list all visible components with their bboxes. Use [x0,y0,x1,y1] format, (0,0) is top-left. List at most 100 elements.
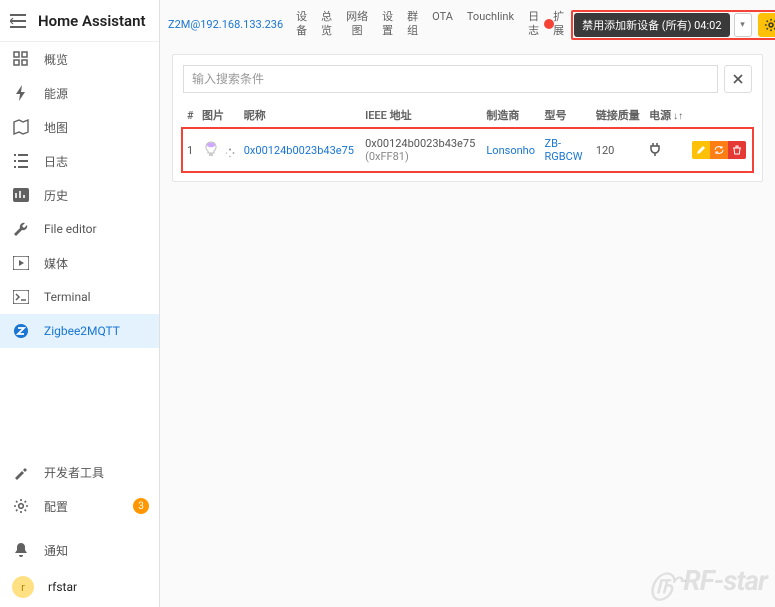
cell-nick[interactable]: 0x00124b0023b43e75 [240,129,361,171]
search-row [183,65,752,93]
rename-button[interactable] [692,141,710,159]
sidebar-item-devtools[interactable]: 开发者工具 [0,455,159,489]
trash-icon [732,145,742,155]
cell-idx: 1 [183,129,198,171]
delete-button[interactable] [728,141,746,159]
col-ieee[interactable]: IEEE 地址 [361,101,482,129]
spinner-icon [225,148,235,158]
close-icon [733,74,743,84]
avatar: r [12,576,34,598]
zigbee-icon [12,322,30,340]
sidebar-item-z2m[interactable]: Zigbee2MQTT [0,314,159,348]
sidebar-item-label: 配置 [44,498,133,515]
sidebar-item-logbook[interactable]: 日志 [0,144,159,178]
col-idx[interactable]: # [183,101,198,129]
disable-join-button[interactable]: 禁用添加新设备 (所有) 04:02 [574,13,729,37]
settings-badge: 3 [133,498,149,514]
play-icon [12,254,30,272]
cell-power [645,129,688,171]
tab-touchlink[interactable]: Touchlink [461,4,520,30]
devices-card: # 图片 昵称 IEEE 地址 制造商 型号 链接质量 电源↓↑ 1 [172,54,763,182]
col-lqi[interactable]: 链接质量 [592,101,645,129]
terminal-icon [12,288,30,306]
wrench-icon [12,220,30,238]
refresh-icon [714,145,724,155]
sort-icon: ↓↑ [673,111,683,122]
devices-table: # 图片 昵称 IEEE 地址 制造商 型号 链接质量 电源↓↑ 1 [183,101,752,171]
tab-logs[interactable]: 日志 [522,4,545,45]
sidebar-item-label: 开发者工具 [44,464,149,481]
sidebar-list: 概览 能源 地图 日志 历史 File editor 媒体 Terminal [0,42,159,455]
col-mfr[interactable]: 制造商 [482,101,540,129]
bolt-icon [12,84,30,102]
sidebar-item-settings[interactable]: 配置 3 [0,489,159,523]
dashboard-icon [12,50,30,68]
col-power[interactable]: 电源↓↑ [645,101,688,129]
tab-overview[interactable]: 总览 [315,4,338,45]
sidebar-item-fileeditor[interactable]: File editor [0,212,159,246]
cell-model[interactable]: ZB-RGBCW [541,129,592,171]
settings-button[interactable] [758,13,775,37]
sidebar-item-label: File editor [44,222,149,236]
cell-ieee: 0x00124b0023b43e75 (0xFF81) [361,129,482,171]
sidebar-item-label: 地图 [44,119,149,136]
sidebar-item-label: 通知 [44,542,149,559]
cell-lqi: 120 [592,129,645,171]
gear-icon [764,18,775,32]
sidebar-item-label: 媒体 [44,255,149,272]
tab-settings[interactable]: 设置 [376,4,399,45]
map-icon [12,118,30,136]
main: Z2M@192.168.133.236 设备 总览 网络图 设置 群组 OTA … [160,0,775,607]
sidebar-item-terminal[interactable]: Terminal [0,280,159,314]
gear-icon [12,497,30,515]
tab-groups[interactable]: 群组 [401,4,424,45]
menu-icon[interactable] [10,14,26,28]
cell-pic [198,129,240,171]
chevron-down-icon: ▾ [740,20,745,30]
sidebar-item-history[interactable]: 历史 [0,178,159,212]
sidebar-user[interactable]: r rfstar [0,567,159,607]
cell-actions [688,129,752,171]
z2m-tabs: Z2M@192.168.133.236 设备 总览 网络图 设置 群组 OTA … [160,0,775,46]
bell-icon [12,541,30,559]
table-row: 1 0x00124b0023b43e75 [183,129,752,171]
chart-icon [12,186,30,204]
app-title: Home Assistant [38,12,146,30]
sidebar-item-media[interactable]: 媒体 [0,246,159,280]
tab-network[interactable]: 网络图 [340,4,374,45]
sidebar-item-overview[interactable]: 概览 [0,42,159,76]
search-input[interactable] [183,65,718,93]
sidebar-item-label: 能源 [44,85,149,102]
sidebar-bottom: 开发者工具 配置 3 通知 r rfstar [0,455,159,607]
user-name: rfstar [48,580,77,594]
permit-join-dropdown[interactable]: ▾ [734,13,752,37]
permit-join-highlight: 禁用添加新设备 (所有) 04:02 ▾ [571,10,775,40]
col-pic[interactable]: 图片 [198,101,240,129]
sidebar-item-label: 历史 [44,187,149,204]
sidebar-header: Home Assistant [0,0,159,42]
hammer-icon [12,463,30,481]
clear-button[interactable] [724,65,752,93]
sidebar-item-notify[interactable]: 通知 [0,533,159,567]
reconfigure-button[interactable] [710,141,728,159]
bulb-icon [202,140,220,158]
sidebar-item-energy[interactable]: 能源 [0,76,159,110]
watermark: ௹RF-star [649,564,767,601]
sidebar-item-label: Zigbee2MQTT [44,324,149,338]
host-link[interactable]: Z2M@192.168.133.236 [168,4,283,31]
pencil-icon [696,145,706,155]
sidebar-item-label: 概览 [44,51,149,68]
sidebar-item-map[interactable]: 地图 [0,110,159,144]
plug-icon [649,142,661,156]
table-header: # 图片 昵称 IEEE 地址 制造商 型号 链接质量 电源↓↑ [183,101,752,129]
disable-join-label: 禁用添加新设备 (所有) 04:02 [582,17,721,33]
sidebar: Home Assistant 概览 能源 地图 日志 历史 File edito… [0,0,160,607]
list-icon [12,152,30,170]
col-model[interactable]: 型号 [541,101,592,129]
sidebar-item-label: Terminal [44,290,149,304]
col-nick[interactable]: 昵称 [240,101,361,129]
cell-mfr[interactable]: Lonsonho [482,129,540,171]
tab-ota[interactable]: OTA [426,4,459,30]
sidebar-item-label: 日志 [44,153,149,170]
tab-devices[interactable]: 设备 [290,4,313,45]
